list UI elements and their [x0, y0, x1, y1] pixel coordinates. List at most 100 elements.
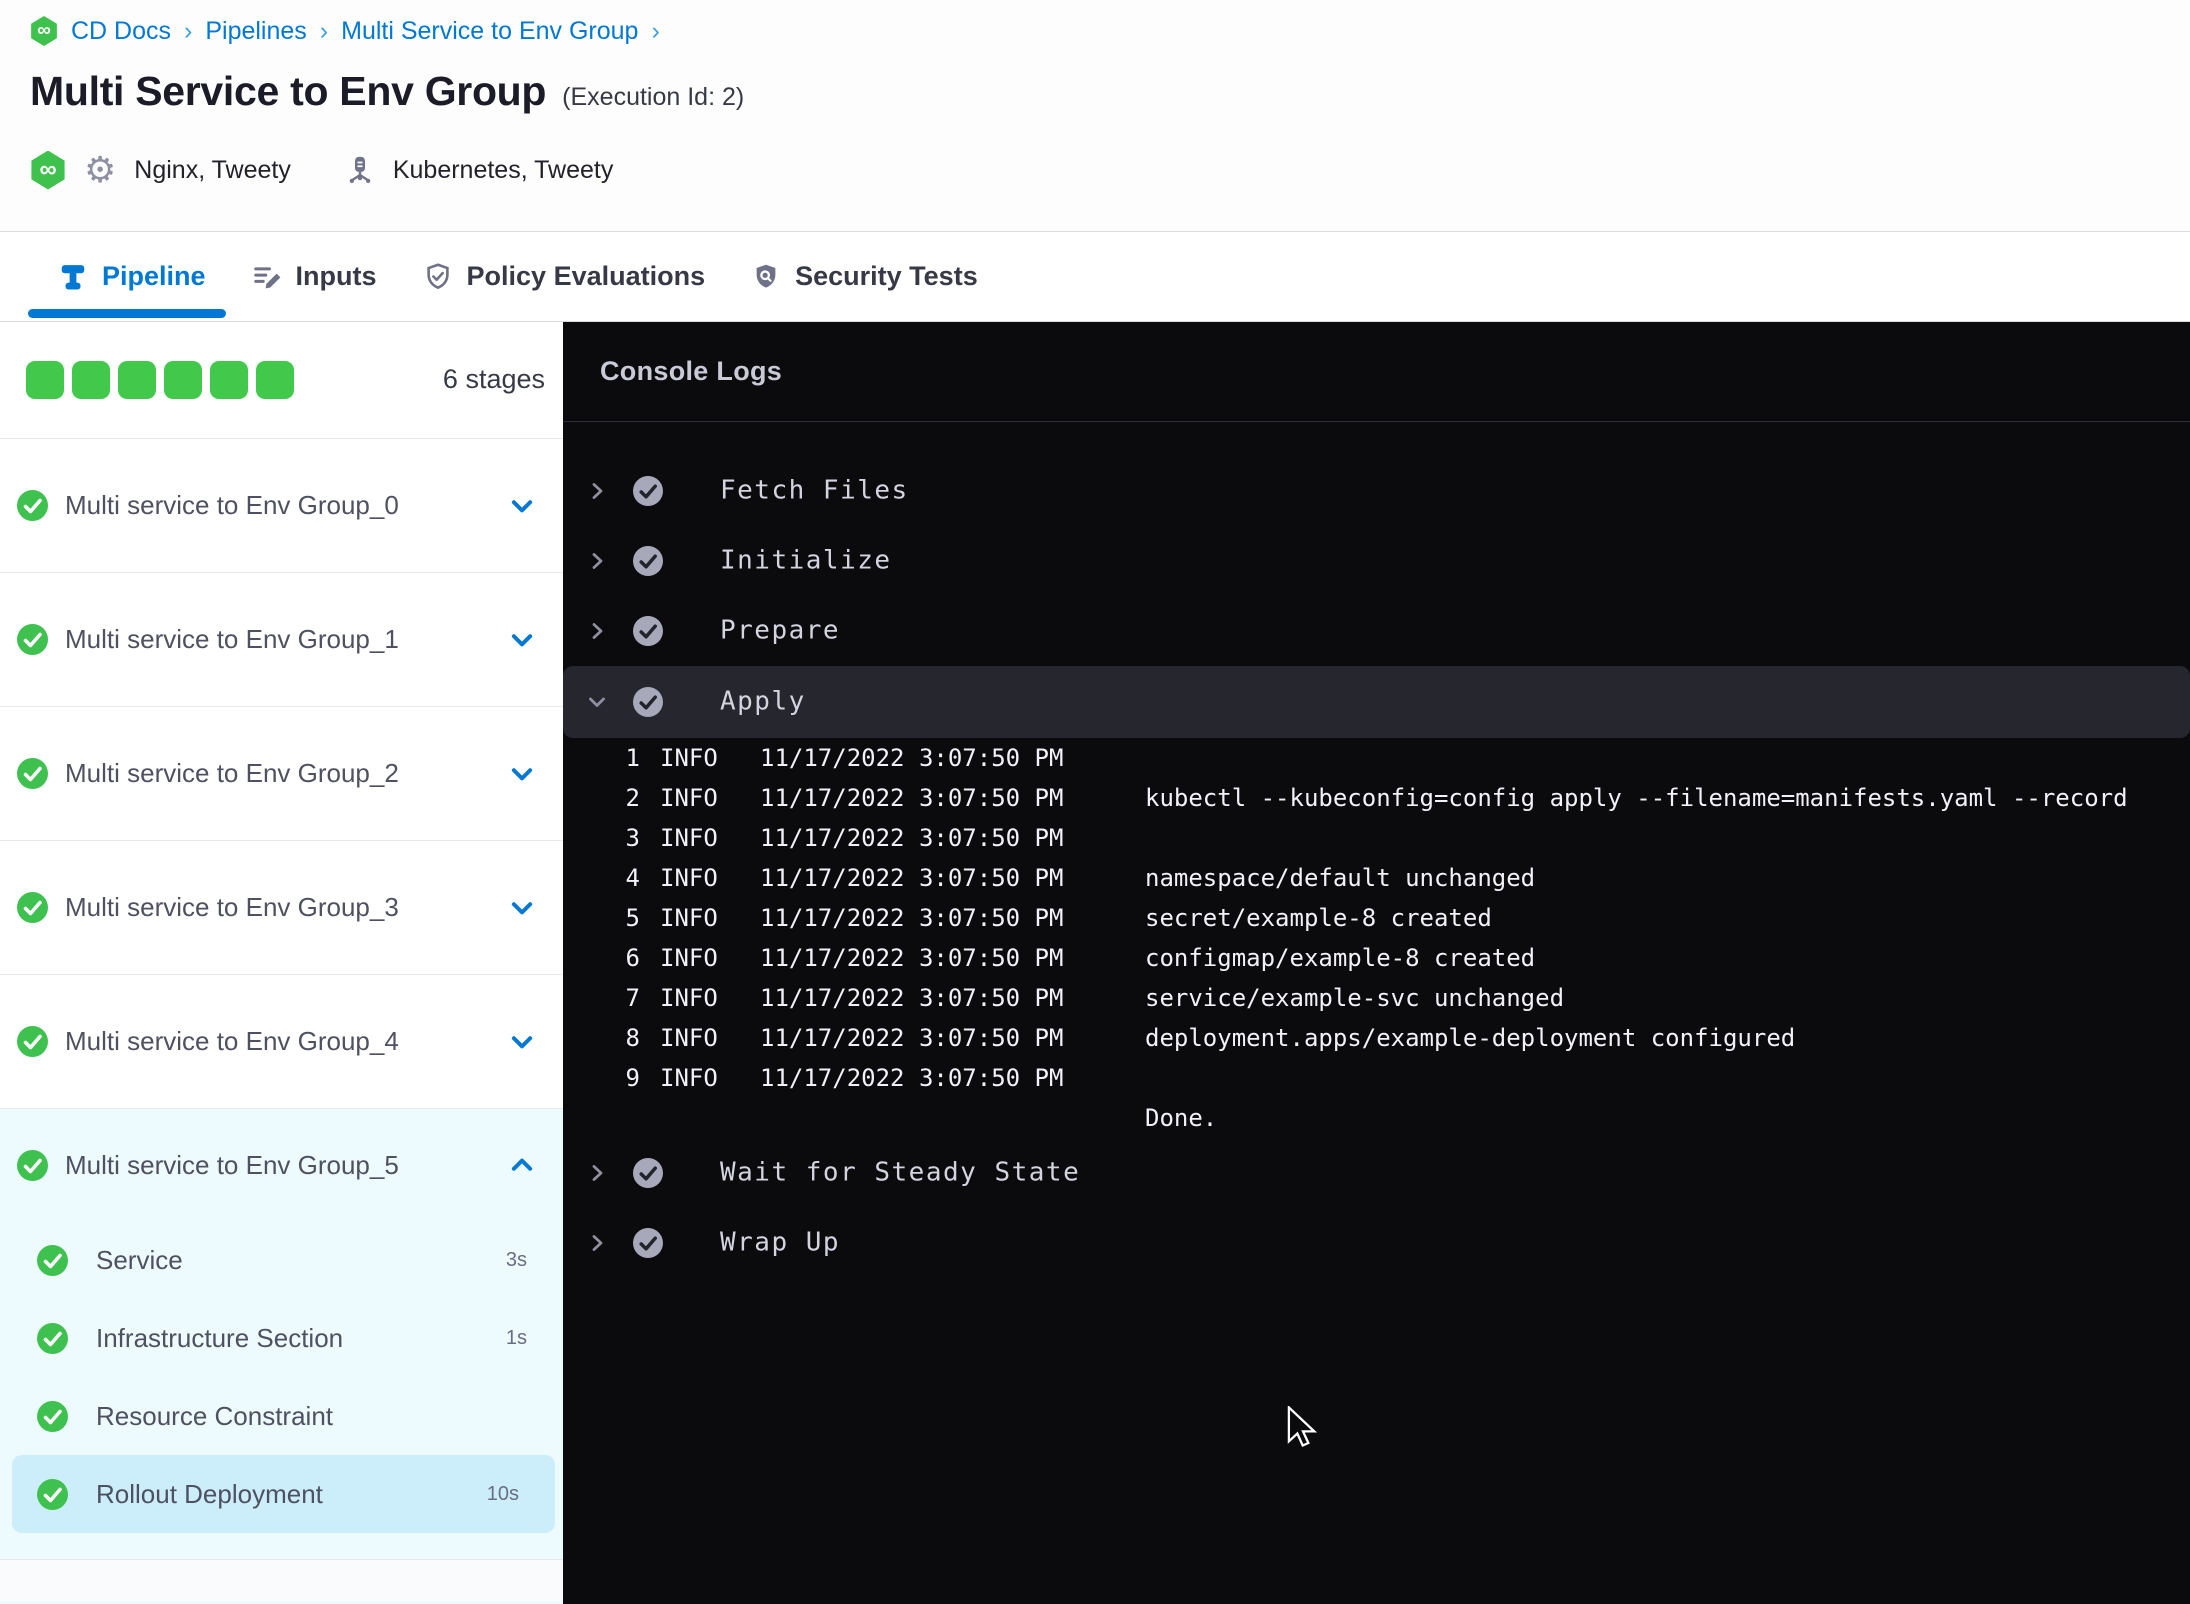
chevron-right-icon[interactable]: [585, 1231, 609, 1255]
breadcrumb-pipeline-name[interactable]: Multi Service to Env Group: [341, 17, 638, 46]
chevron-right-icon[interactable]: [585, 1161, 609, 1185]
tab-label: Pipeline: [102, 261, 206, 291]
success-check-icon: [17, 1149, 48, 1181]
chevron-right-icon[interactable]: [585, 549, 609, 573]
log-level: INFO: [660, 944, 718, 972]
console-step-prepare[interactable]: Prepare: [563, 596, 2190, 666]
step-name: Service: [96, 1244, 183, 1275]
tab-label: Security Tests: [795, 261, 978, 291]
log-line: 2 INFO 11/17/2022 3:07:50 PM kubectl --k…: [563, 778, 2190, 818]
step-name: Resource Constraint: [96, 1400, 333, 1431]
success-check-icon: [37, 1244, 68, 1276]
step-row-resource-constraint[interactable]: Resource Constraint: [0, 1377, 563, 1455]
log-line: 6 INFO 11/17/2022 3:07:50 PM configmap/e…: [563, 938, 2190, 978]
success-check-icon: [37, 1478, 68, 1510]
chevron-up-icon[interactable]: [507, 1150, 537, 1180]
pipeline-icon: [61, 264, 85, 289]
chevron-down-icon[interactable]: [585, 690, 609, 714]
step-row-infrastructure[interactable]: Infrastructure Section 1s: [0, 1299, 563, 1377]
stage-name: Multi service to Env Group_4: [65, 1026, 399, 1056]
tab-policy-evaluations[interactable]: Policy Evaluations: [423, 261, 706, 292]
log-message: namespace/default unchanged: [1145, 864, 1536, 892]
tab-bar: Pipeline Inputs Policy Evaluations Secur…: [0, 232, 2190, 322]
stage-name: Multi service to Env Group_1: [65, 624, 399, 654]
step-row-rollout-deployment[interactable]: Rollout Deployment 10s: [12, 1455, 555, 1533]
breadcrumb-separator-icon: ›: [319, 16, 329, 45]
breadcrumb-separator-icon: ›: [651, 16, 660, 45]
log-message: kubectl --kubeconfig=config apply --file…: [1145, 784, 2128, 812]
log-level: INFO: [660, 864, 718, 892]
log-message: secret/example-8 created: [1145, 904, 1492, 932]
success-check-icon: [37, 1322, 68, 1354]
success-check-icon: [633, 476, 663, 506]
tab-pipeline[interactable]: Pipeline: [58, 261, 206, 292]
log-level: INFO: [660, 1024, 718, 1052]
tab-label: Policy Evaluations: [466, 261, 706, 291]
success-check-icon: [633, 687, 663, 717]
step-row-service[interactable]: Service 3s: [0, 1221, 563, 1299]
log-line-number: 9: [625, 1064, 640, 1092]
execution-context: ∞ ⚙ Nginx, Tweety Kubernetes, Tweety: [30, 148, 613, 192]
breadcrumb-pipelines[interactable]: Pipelines: [205, 17, 306, 46]
console-step-fetch-files[interactable]: Fetch Files: [563, 456, 2190, 526]
stage-row[interactable]: Multi service to Env Group_3: [0, 841, 563, 975]
log-timestamp: 11/17/2022 3:07:50 PM: [760, 864, 1064, 892]
console-title: Console Logs: [600, 356, 783, 386]
log-line: 8 INFO 11/17/2022 3:07:50 PM deployment.…: [563, 1018, 2190, 1058]
success-check-icon: [17, 624, 48, 655]
success-check-icon: [17, 1026, 48, 1057]
services-label: Nginx, Tweety: [134, 155, 291, 184]
tab-security-tests[interactable]: Security Tests: [751, 261, 978, 292]
stage-name: Multi service to Env Group_0: [65, 490, 399, 520]
expanded-stage: Multi service to Env Group_5 Service 3s …: [0, 1109, 563, 1604]
breadcrumb-cd-docs[interactable]: CD Docs: [71, 17, 171, 46]
stage-row-expanded[interactable]: Multi service to Env Group_5: [0, 1109, 563, 1221]
log-line: Done.: [563, 1098, 2190, 1138]
log-line-number: 2: [625, 784, 640, 812]
stage-row[interactable]: Multi service to Env Group_1: [0, 573, 563, 707]
success-check-icon: [17, 490, 48, 521]
mouse-cursor: [1287, 1406, 1318, 1448]
log-message: service/example-svc unchanged: [1145, 984, 1565, 1012]
stage-square: [256, 361, 294, 399]
console-step-initialize[interactable]: Initialize: [563, 526, 2190, 596]
log-line: 5 INFO 11/17/2022 3:07:50 PM secret/exam…: [563, 898, 2190, 938]
console-step-apply[interactable]: Apply: [563, 666, 2190, 738]
stage-count-label: 6 stages: [442, 364, 545, 394]
success-check-icon: [633, 1158, 663, 1188]
step-duration: 1s: [505, 1326, 527, 1349]
step-duration: 3s: [505, 1248, 527, 1271]
chevron-right-icon[interactable]: [585, 619, 609, 643]
chevron-right-icon[interactable]: [585, 479, 609, 503]
log-line: 4 INFO 11/17/2022 3:07:50 PM namespace/d…: [563, 858, 2190, 898]
log-line-number: 5: [625, 904, 640, 932]
log-line: 7 INFO 11/17/2022 3:07:50 PM service/exa…: [563, 978, 2190, 1018]
console-logs-panel: Console Logs Fetch Files Initialize Prep…: [563, 322, 2190, 1604]
log-line-number: 1: [625, 744, 640, 772]
harness-cd-logo-icon: ∞: [31, 150, 65, 190]
breadcrumb: ∞ CD Docs › Pipelines › Multi Service to…: [30, 16, 660, 46]
chevron-down-icon[interactable]: [507, 893, 537, 923]
success-check-icon: [633, 546, 663, 576]
log-message: configmap/example-8 created: [1145, 944, 1536, 972]
active-tab-indicator: [28, 309, 226, 318]
stage-row[interactable]: Multi service to Env Group_4: [0, 975, 563, 1109]
stage-row[interactable]: Multi service to Env Group_2: [0, 707, 563, 841]
tab-inputs[interactable]: Inputs: [252, 261, 377, 292]
stage-summary: 6 stages: [0, 322, 563, 439]
stage-name: Multi service to Env Group_2: [65, 758, 399, 788]
success-check-icon: [633, 616, 663, 646]
chevron-down-icon[interactable]: [507, 759, 537, 789]
stage-square: [26, 361, 64, 399]
chevron-down-icon[interactable]: [507, 491, 537, 521]
page-header: ∞ CD Docs › Pipelines › Multi Service to…: [0, 0, 2190, 232]
success-check-icon: [37, 1400, 68, 1432]
stage-square: [72, 361, 110, 399]
chevron-down-icon[interactable]: [507, 1027, 537, 1057]
console-step-wait-for-steady-state[interactable]: Wait for Steady State: [563, 1138, 2190, 1208]
stage-row[interactable]: Multi service to Env Group_0: [0, 439, 563, 573]
console-step-wrap-up[interactable]: Wrap Up: [563, 1208, 2190, 1278]
chevron-down-icon[interactable]: [507, 625, 537, 655]
console-step-name: Wrap Up: [720, 1227, 841, 1258]
log-timestamp: 11/17/2022 3:07:50 PM: [760, 984, 1064, 1012]
